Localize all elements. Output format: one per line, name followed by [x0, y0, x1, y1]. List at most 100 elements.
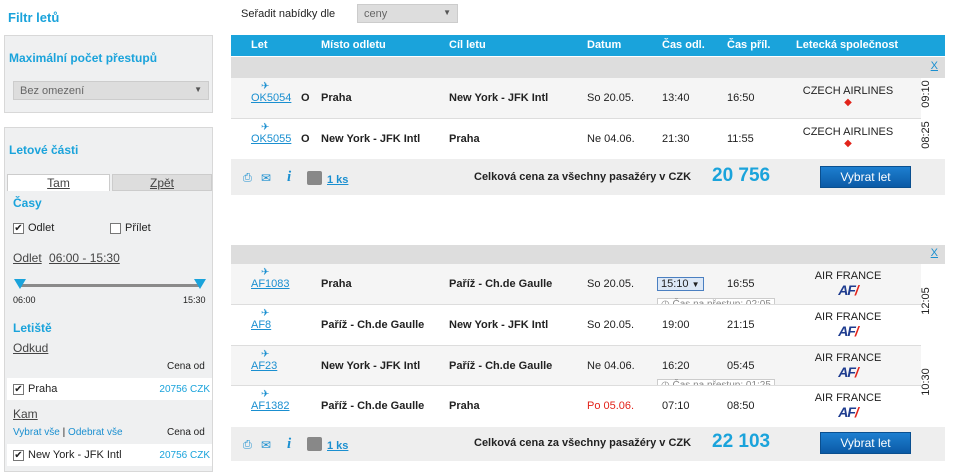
- plane-icon: ✈: [261, 267, 270, 278]
- slider-max-label: 15:30: [183, 295, 206, 305]
- flight-number-link[interactable]: OK5055: [251, 133, 291, 145]
- date: Po 05.06.: [587, 400, 635, 412]
- airline: AIR FRANCE AF/: [793, 311, 903, 339]
- flight-parts-panel: Letové části Tam Zpět Časy ✔ Odlet Přílet…: [4, 127, 213, 472]
- date: Ne 04.06.: [587, 360, 635, 372]
- flight-number-link[interactable]: OK5054: [251, 92, 291, 104]
- date: Ne 04.06.: [587, 133, 635, 145]
- times-heading: Časy: [13, 196, 42, 210]
- to-airport-price: 20756 CZK: [159, 450, 210, 461]
- airline-name: AIR FRANCE: [814, 392, 882, 404]
- offer-2-topbar: X: [231, 245, 945, 264]
- sort-value: ceny: [364, 8, 388, 20]
- slider-handle-max[interactable]: [194, 279, 206, 289]
- offer-2-leg-1: ✈ AF1083 Praha Paříž - Ch.de Gaulle So 2…: [231, 264, 921, 304]
- flight-number-link[interactable]: AF1382: [251, 400, 290, 412]
- airline: AIR FRANCE AF/: [793, 352, 903, 380]
- chevron-down-icon: ▼: [691, 280, 700, 289]
- czech-airlines-logo-icon: ◆: [844, 138, 852, 149]
- airline-name: AIR FRANCE: [814, 311, 882, 323]
- departure-time: 15:10: [661, 278, 689, 290]
- baggage-link[interactable]: 1 ks: [327, 440, 348, 452]
- col-date: Datum: [587, 39, 622, 51]
- from-airport-price: 20756 CZK: [159, 384, 210, 395]
- max-transfers-value: Bez omezení: [20, 85, 85, 97]
- email-icon[interactable]: ✉: [261, 171, 271, 185]
- offer-1-close-link[interactable]: X: [931, 60, 938, 72]
- select-all-link[interactable]: Vybrat vše: [13, 427, 60, 438]
- airline: CZECH AIRLINES ◆: [793, 85, 903, 108]
- time-slider-track[interactable]: [19, 284, 201, 287]
- flight-number-link[interactable]: AF8: [251, 319, 271, 331]
- airports-heading: Letiště: [13, 321, 52, 335]
- from-airport-item[interactable]: ✔ Praha 20756 CZK: [7, 378, 212, 400]
- sort-select[interactable]: ceny ▼: [357, 4, 458, 23]
- arrival-time: 16:50: [727, 92, 755, 104]
- from-airport-name: Praha: [28, 383, 58, 395]
- baggage-link[interactable]: 1 ks: [327, 174, 348, 186]
- info-icon[interactable]: i: [287, 169, 291, 186]
- plane-icon: ✈: [261, 81, 270, 92]
- departure-place: Paříž - Ch.de Gaulle: [321, 319, 425, 331]
- sort-label: Seřadit nabídky dle: [241, 8, 336, 20]
- airline-name: CZECH AIRLINES: [802, 85, 894, 97]
- arrival-checkbox-label: Přílet: [125, 222, 151, 234]
- offer-2-leg-3: ✈ AF23 New York - JFK Intl Paříž - Ch.de…: [231, 345, 921, 385]
- departure-time: 07:10: [662, 400, 690, 412]
- select-flight-button[interactable]: Vybrat let: [820, 166, 911, 188]
- arrival-time: 08:50: [727, 400, 755, 412]
- offer-2-close-link[interactable]: X: [931, 247, 938, 259]
- select-flight-button[interactable]: Vybrat let: [820, 432, 911, 454]
- arrival-time: 11:55: [727, 133, 754, 145]
- offer-2-footer: ⎙ ✉ i 1 ks Celková cena za všechny pasaž…: [231, 427, 945, 461]
- arrival-checkbox[interactable]: Přílet: [110, 222, 151, 234]
- checkbox-checked-icon: ✔: [13, 222, 24, 234]
- fare-mark: O: [301, 92, 310, 104]
- chevron-down-icon: ▼: [194, 85, 202, 94]
- airline-name: AIR FRANCE: [814, 352, 882, 364]
- col-arrival-time: Čas příl.: [727, 39, 771, 51]
- fare-mark: O: [301, 133, 310, 145]
- max-transfers-select[interactable]: Bez omezení ▼: [13, 81, 209, 100]
- print-icon[interactable]: ⎙: [243, 439, 252, 452]
- offer-1-leg-2: ✈ OK5055 O New York - JFK Intl Praha Ne …: [231, 118, 921, 159]
- departure-time-select[interactable]: 15:10 ▼: [657, 277, 704, 291]
- offer-2-duration-back: 10:30: [920, 368, 932, 396]
- tab-return[interactable]: Zpět: [112, 174, 212, 191]
- time-range-value: 06:00 - 15:30: [49, 251, 120, 265]
- plane-icon: ✈: [261, 308, 270, 319]
- offer-2-leg-4: ✈ AF1382 Paříž - Ch.de Gaulle Praha Po 0…: [231, 385, 921, 425]
- flight-number-link[interactable]: AF23: [251, 360, 277, 372]
- destination: Paříž - Ch.de Gaulle: [449, 278, 553, 290]
- checkbox-checked-icon: ✔: [13, 383, 24, 395]
- airline-name: CZECH AIRLINES: [802, 126, 894, 138]
- total-price: 20 756: [712, 165, 771, 186]
- checkbox-checked-icon: ✔: [13, 449, 24, 461]
- col-destination: Cíl letu: [449, 39, 486, 51]
- col-departure-time: Čas odl.: [662, 39, 705, 51]
- departure-place: Praha: [321, 278, 352, 290]
- departure-checkbox[interactable]: ✔ Odlet: [13, 222, 54, 234]
- date: So 20.05.: [587, 92, 635, 104]
- to-airport-item[interactable]: ✔ New York - JFK Intl 20756 CZK: [7, 444, 212, 466]
- total-price-label: Celková cena za všechny pasažéry v CZK: [474, 437, 692, 449]
- offer-1-duration-out: 09:10: [920, 80, 932, 108]
- slider-handle-min[interactable]: [14, 279, 26, 289]
- price-from-header: Cena od: [167, 361, 205, 372]
- email-icon[interactable]: ✉: [261, 438, 271, 452]
- baggage-icon: [307, 171, 322, 185]
- slider-min-label: 06:00: [13, 295, 36, 305]
- select-links: Vybrat vše | Odebrat vše: [13, 427, 123, 438]
- airline-name: AIR FRANCE: [814, 270, 882, 282]
- departure-place: New York - JFK Intl: [321, 360, 421, 372]
- col-departure-place: Místo odletu: [321, 39, 386, 51]
- deselect-all-link[interactable]: Odebrat vše: [68, 427, 122, 438]
- print-icon[interactable]: ⎙: [243, 172, 252, 185]
- flight-number-link[interactable]: AF1083: [251, 278, 290, 290]
- info-icon[interactable]: i: [287, 436, 291, 453]
- tab-outbound[interactable]: Tam: [7, 174, 110, 191]
- chevron-down-icon: ▼: [443, 8, 451, 17]
- air-france-logo-icon: AF/: [838, 404, 859, 420]
- departure-time: 13:40: [662, 92, 690, 104]
- col-airline: Letecká společnost: [796, 39, 899, 51]
